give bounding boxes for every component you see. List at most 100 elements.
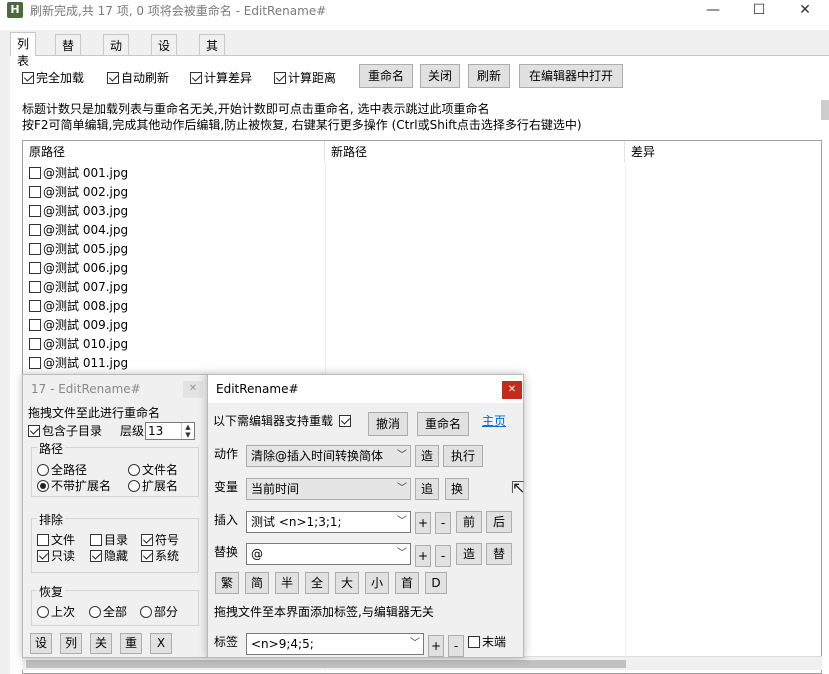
checkbox-icon[interactable] xyxy=(29,280,41,293)
radio-filename[interactable]: 文件名 xyxy=(128,461,178,478)
replace-input[interactable]: @ ﹀ xyxy=(246,543,411,565)
replace-button[interactable]: 替 xyxy=(486,543,512,565)
replace-minus-button[interactable]: - xyxy=(435,545,451,567)
rename-button[interactable]: 重命名 xyxy=(417,412,469,436)
checkbox-icon[interactable] xyxy=(29,318,41,331)
replace-plus-button[interactable]: + xyxy=(415,545,431,567)
list-item[interactable]: @测試 005.jpg xyxy=(23,239,325,258)
back-button[interactable]: 后 xyxy=(486,511,512,533)
close-icon[interactable]: ✕ xyxy=(502,381,522,399)
list-item[interactable]: @测試 010.jpg xyxy=(23,334,325,353)
end-checkbox[interactable]: 末端 xyxy=(468,633,506,650)
column-new-path[interactable]: 新路径 xyxy=(325,141,625,163)
traditional-button[interactable]: 繁 xyxy=(215,572,239,594)
list-item[interactable]: @测試 004.jpg xyxy=(23,220,325,239)
list-item[interactable]: @测試 002.jpg xyxy=(23,182,325,201)
tag-plus-button[interactable]: + xyxy=(428,635,444,657)
close-button[interactable]: ✕ xyxy=(782,0,828,22)
close-dialog-button[interactable]: 关 xyxy=(90,633,112,654)
make-replace-button[interactable]: 造 xyxy=(456,543,482,565)
radio-restore-all[interactable]: 全部 xyxy=(89,603,127,620)
refresh-button[interactable]: 刷新 xyxy=(468,64,510,88)
list-button[interactable]: 列 xyxy=(60,633,82,654)
minimize-button[interactable]: — xyxy=(690,0,736,22)
auto-refresh-checkbox[interactable]: 自动刷新 xyxy=(107,69,169,86)
exclude-symlink-checkbox[interactable]: 符号 xyxy=(141,531,179,548)
list-item[interactable]: @测試 001.jpg xyxy=(23,163,325,182)
scrollbar-thumb[interactable] xyxy=(26,660,626,668)
halfwidth-button[interactable]: 半 xyxy=(275,572,299,594)
exclude-readonly-checkbox[interactable]: 只读 xyxy=(37,547,75,564)
swap-button[interactable]: 换 xyxy=(445,478,469,500)
list-item[interactable]: @测試 003.jpg xyxy=(23,201,325,220)
reset-button[interactable]: 重 xyxy=(120,633,142,654)
home-link[interactable]: 主页 xyxy=(482,412,506,429)
column-original-path[interactable]: 原路径 xyxy=(23,141,325,163)
maximize-button[interactable]: ☐ xyxy=(736,0,782,22)
include-subdir-checkbox[interactable]: 包含子目录 xyxy=(28,422,102,439)
tab-replace[interactable]: 替换 xyxy=(55,34,82,70)
list-item[interactable]: @测試 007.jpg xyxy=(23,277,325,296)
radio-full-path[interactable]: 全路径 xyxy=(37,461,87,478)
uppercase-button[interactable]: 大 xyxy=(335,572,359,594)
checkbox-icon[interactable] xyxy=(29,261,41,274)
close-list-button[interactable]: 关闭 xyxy=(420,64,460,88)
radio-restore-partial[interactable]: 部分 xyxy=(140,603,178,620)
variable-select[interactable]: 当前时间 ﹀ xyxy=(246,478,411,500)
action-select[interactable]: 清除@插入时间转换简体 ﹀ xyxy=(246,445,411,467)
list-item[interactable]: @测試 008.jpg xyxy=(23,296,325,315)
insert-plus-button[interactable]: + xyxy=(415,512,431,534)
tab-settings[interactable]: 设置 xyxy=(151,34,178,70)
level-stepper[interactable]: 13 ▲ ▼ xyxy=(145,422,195,440)
checkbox-icon[interactable] xyxy=(29,204,41,217)
open-in-editor-button[interactable]: 在编辑器中打开 xyxy=(519,64,623,88)
close-icon[interactable]: ✕ xyxy=(183,381,203,398)
list-item[interactable]: @测試 009.jpg xyxy=(23,315,325,334)
exclude-file-checkbox[interactable]: 文件 xyxy=(37,531,75,548)
make-button[interactable]: 造 xyxy=(415,445,439,467)
list-item[interactable]: @测試 006.jpg xyxy=(23,258,325,277)
count-distance-checkbox[interactable]: 计算距离 xyxy=(274,69,336,86)
checkbox-icon[interactable] xyxy=(29,185,41,198)
tab-other[interactable]: 其他 xyxy=(199,34,226,70)
execute-button[interactable]: 执行 xyxy=(443,445,483,467)
tab-list[interactable]: 列表 xyxy=(10,32,37,68)
spin-arrows-icon[interactable]: ▲ ▼ xyxy=(181,423,194,439)
vertical-scrollbar[interactable] xyxy=(821,100,829,120)
fullwidth-button[interactable]: 全 xyxy=(305,572,329,594)
insert-minus-button[interactable]: - xyxy=(435,512,451,534)
list-item[interactable]: @测試 011.jpg xyxy=(23,353,325,372)
radio-no-ext[interactable]: 不带扩展名 xyxy=(37,477,111,494)
checkbox-icon[interactable] xyxy=(29,356,41,369)
exclude-system-checkbox[interactable]: 系统 xyxy=(141,547,179,564)
rename-button[interactable]: 重命名 xyxy=(359,64,413,88)
checkbox-icon[interactable] xyxy=(29,223,41,236)
checkbox-icon[interactable] xyxy=(339,414,352,427)
checkbox-icon[interactable] xyxy=(29,337,41,350)
d-button[interactable]: D xyxy=(425,572,447,594)
horizontal-scrollbar[interactable] xyxy=(22,656,822,670)
count-diff-checkbox[interactable]: 计算差异 xyxy=(190,69,252,86)
exit-button[interactable]: X xyxy=(150,633,172,654)
column-diff[interactable]: 差异 xyxy=(625,141,821,163)
full-load-checkbox[interactable]: 完全加载 xyxy=(22,69,84,86)
reload-hint[interactable]: 以下需编辑器支持重载 xyxy=(213,412,353,429)
radio-ext[interactable]: 扩展名 xyxy=(128,477,178,494)
settings-button[interactable]: 设 xyxy=(30,633,52,654)
checkbox-icon[interactable] xyxy=(29,166,41,179)
insert-input[interactable]: 测试 <n>1;3;1; ﹀ xyxy=(246,511,411,533)
radio-restore-last[interactable]: 上次 xyxy=(37,603,75,620)
simplified-button[interactable]: 简 xyxy=(245,572,269,594)
tab-action[interactable]: 动作 xyxy=(103,34,130,70)
tag-input[interactable]: <n>9;4;5; ﹀ xyxy=(246,633,424,655)
lowercase-button[interactable]: 小 xyxy=(365,572,389,594)
front-button[interactable]: 前 xyxy=(456,511,482,533)
tag-minus-button[interactable]: - xyxy=(448,635,464,657)
exclude-dir-checkbox[interactable]: 目录 xyxy=(90,531,128,548)
undo-button[interactable]: 撤消 xyxy=(368,412,408,436)
checkbox-icon[interactable] xyxy=(29,299,41,312)
exclude-hidden-checkbox[interactable]: 隐藏 xyxy=(90,547,128,564)
capitalize-button[interactable]: 首 xyxy=(395,572,419,594)
checkbox-icon[interactable] xyxy=(29,242,41,255)
chase-button[interactable]: 追 xyxy=(415,478,439,500)
